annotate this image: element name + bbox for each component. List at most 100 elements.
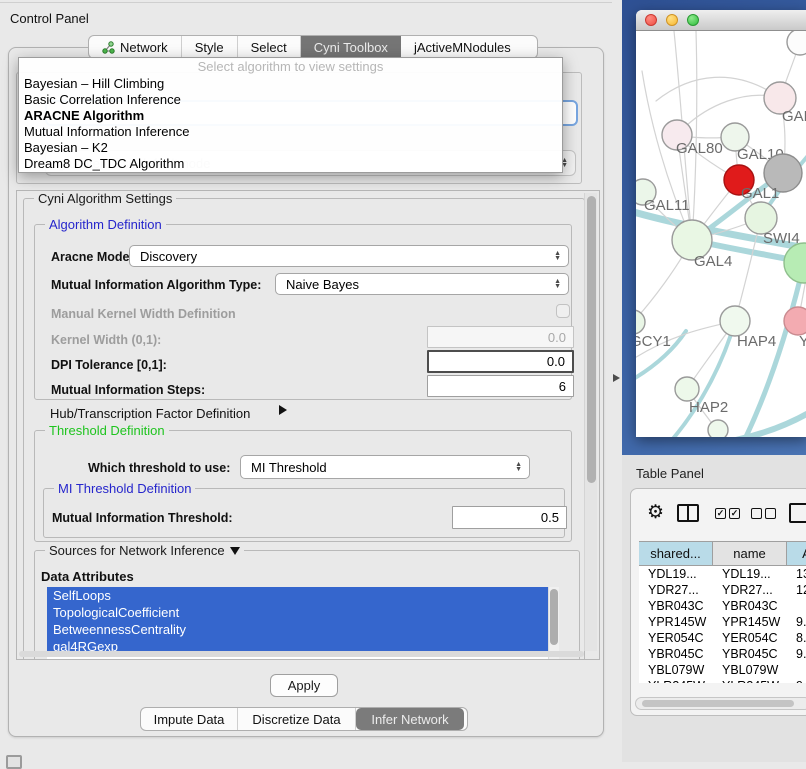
algorithm-dropdown-popup: Select algorithm to view settings Bayesi… [18, 57, 563, 173]
node-label-gal11: GAL11 [644, 197, 690, 214]
network-window-titlebar[interactable] [636, 10, 806, 31]
network-node-y[interactable] [784, 307, 806, 335]
table-cell: YBL079W [639, 663, 713, 677]
bottom-tab-infer-network[interactable]: Infer Network [356, 708, 464, 730]
table-cell: YER054C [639, 631, 713, 645]
attribute-list-scrollbar[interactable] [548, 587, 559, 660]
bottom-tab-impute-data[interactable]: Impute Data [141, 708, 238, 730]
sources-group: Sources for Network Inference Data Attri… [34, 550, 580, 660]
network-node[interactable] [708, 420, 728, 437]
gear-icon[interactable]: ⚙ [647, 499, 664, 527]
algorithm-option-basic-correlation-inference[interactable]: Basic Correlation Inference [19, 92, 562, 108]
network-edge[interactable] [692, 31, 697, 240]
network-edge[interactable] [744, 263, 804, 437]
sources-collapse-icon[interactable] [230, 547, 240, 555]
table-cell: YLR345W [639, 679, 713, 683]
minimized-panel-icon[interactable] [6, 755, 22, 769]
kernel-width-input[interactable]: 0.0 [427, 326, 574, 348]
node-label-gal80: GAL80 [676, 140, 723, 157]
column-header-shared[interactable]: shared... [639, 542, 713, 565]
node-table[interactable]: shared...nameA YDL19...YDL19...13YDR27..… [639, 541, 806, 683]
table-row[interactable]: YDR27...YDR27...12 [639, 582, 806, 598]
table-cell: YPR145W [713, 615, 787, 629]
attribute-item-topologicalcoefficient[interactable]: TopologicalCoefficient [47, 604, 559, 621]
table-row[interactable]: YBL079WYBL079W [639, 662, 806, 678]
mi-threshold-input[interactable]: 0.5 [452, 506, 567, 529]
table-hscrollbar[interactable] [635, 697, 806, 710]
tab-cyni-toolbox[interactable]: Cyni Toolbox [301, 36, 401, 58]
network-node-hap2[interactable] [675, 377, 699, 401]
tab-label: Select [251, 40, 287, 55]
dropdown-placeholder: Select algorithm to view settings [19, 58, 562, 76]
table-cell: YER054C [713, 631, 787, 645]
mi-threshold-group-title: MI Threshold Definition [54, 481, 195, 496]
manual-kernel-checkbox[interactable] [556, 304, 570, 318]
attribute-item-selfloops[interactable]: SelfLoops [47, 587, 559, 604]
network-node-gcy1[interactable] [636, 310, 645, 334]
which-threshold-value: MI Threshold [251, 460, 327, 475]
deselect-all-icon[interactable] [751, 508, 776, 519]
network-edge[interactable] [731, 411, 806, 437]
network-canvas[interactable]: GALGAL80GAL10GAL1GAL11SWI4GAL4GCY1HAP4YH… [636, 31, 806, 437]
tab-label: Network [120, 40, 168, 55]
settings-vscrollbar[interactable] [584, 193, 597, 651]
hub-definition-label: Hub/Transcription Factor Definition [50, 406, 250, 421]
minimize-window-icon[interactable] [666, 14, 678, 26]
table-row[interactable]: YLR345WYLR345W9. [639, 678, 806, 683]
desktop-background: GALGAL80GAL10GAL1GAL11SWI4GAL4GCY1HAP4YH… [622, 0, 806, 455]
select-all-icon[interactable]: ✓✓ [715, 508, 740, 519]
bottom-tabs: Impute DataDiscretize DataInfer Network [140, 707, 468, 731]
table-cell: 9. [787, 679, 806, 683]
network-node[interactable] [784, 243, 806, 283]
table-row[interactable]: YBR043CYBR043C [639, 598, 806, 614]
which-threshold-combobox[interactable]: MI Threshold ▲▼ [240, 455, 530, 479]
tab-select[interactable]: Select [238, 36, 301, 58]
tab-network[interactable]: Network [89, 36, 182, 58]
dpi-tolerance-input[interactable]: 0.0 [427, 350, 574, 373]
tab-label: jActiveMNodules [414, 40, 511, 55]
network-node[interactable] [787, 31, 806, 55]
mi-threshold-label: Mutual Information Threshold: [52, 511, 233, 525]
mi-type-label: Mutual Information Algorithm Type: [51, 278, 261, 292]
column-header-name[interactable]: name [713, 542, 787, 565]
network-view-window[interactable]: GALGAL80GAL10GAL1GAL11SWI4GAL4GCY1HAP4YH… [636, 10, 806, 437]
table-cell: YDL19... [639, 567, 713, 581]
mi-threshold-group: MI Threshold Definition Mutual Informati… [43, 488, 565, 538]
table-cell: 12 [787, 583, 806, 597]
bottom-tab-discretize-data[interactable]: Discretize Data [238, 708, 356, 730]
table-row[interactable]: YER054CYER054C8. [639, 630, 806, 646]
table-row[interactable]: YDL19...YDL19...13 [639, 566, 806, 582]
aracne-mode-combobox[interactable]: Discovery ▲▼ [129, 245, 569, 267]
algorithm-option-bayesian-k2[interactable]: Bayesian – K2 [19, 140, 562, 156]
node-label-swi4: SWI4 [763, 230, 800, 247]
dpi-tolerance-label: DPI Tolerance [0,1]: [51, 358, 167, 372]
table-row[interactable]: YPR145WYPR145W9. [639, 614, 806, 630]
algorithm-option-dream8-dc-tdc-algorithm[interactable]: Dream8 DC_TDC Algorithm [19, 156, 562, 172]
table-cell: 9. [787, 615, 806, 629]
tab-style[interactable]: Style [182, 36, 238, 58]
attribute-item-betweennesscentrality[interactable]: BetweennessCentrality [47, 621, 559, 638]
data-attributes-list[interactable]: SelfLoopsTopologicalCoefficientBetweenne… [47, 587, 559, 660]
algorithm-option-bayesian-hill-climbing[interactable]: Bayesian – Hill Climbing [19, 76, 562, 92]
network-node-hap4[interactable] [720, 306, 750, 336]
table-row[interactable]: YBR045CYBR045C9. [639, 646, 806, 662]
settings-hscrollbar[interactable] [19, 651, 584, 657]
node-label-hap4: HAP4 [737, 333, 776, 350]
data-attributes-label: Data Attributes [41, 569, 134, 584]
apply-button[interactable]: Apply [270, 674, 338, 697]
mi-type-combobox[interactable]: Naive Bayes ▲▼ [275, 273, 569, 295]
algorithm-option-aracne-algorithm[interactable]: ARACNE Algorithm [19, 108, 562, 124]
document-icon[interactable] [789, 503, 806, 523]
zoom-window-icon[interactable] [687, 14, 699, 26]
table-cell: YBR045C [639, 647, 713, 661]
table-cell: YLR345W [713, 679, 787, 683]
algorithm-option-mutual-information-inference[interactable]: Mutual Information Inference [19, 124, 562, 140]
mi-steps-input[interactable]: 6 [427, 375, 574, 397]
network-edge[interactable] [656, 77, 780, 101]
split-columns-icon[interactable] [677, 504, 699, 522]
close-window-icon[interactable] [645, 14, 657, 26]
hub-expand-icon[interactable] [279, 405, 287, 415]
panel-divider-arrow[interactable] [613, 374, 620, 382]
column-header-a[interactable]: A [787, 542, 806, 565]
tab-jactivemnodules[interactable]: jActiveMNodules [401, 36, 524, 58]
